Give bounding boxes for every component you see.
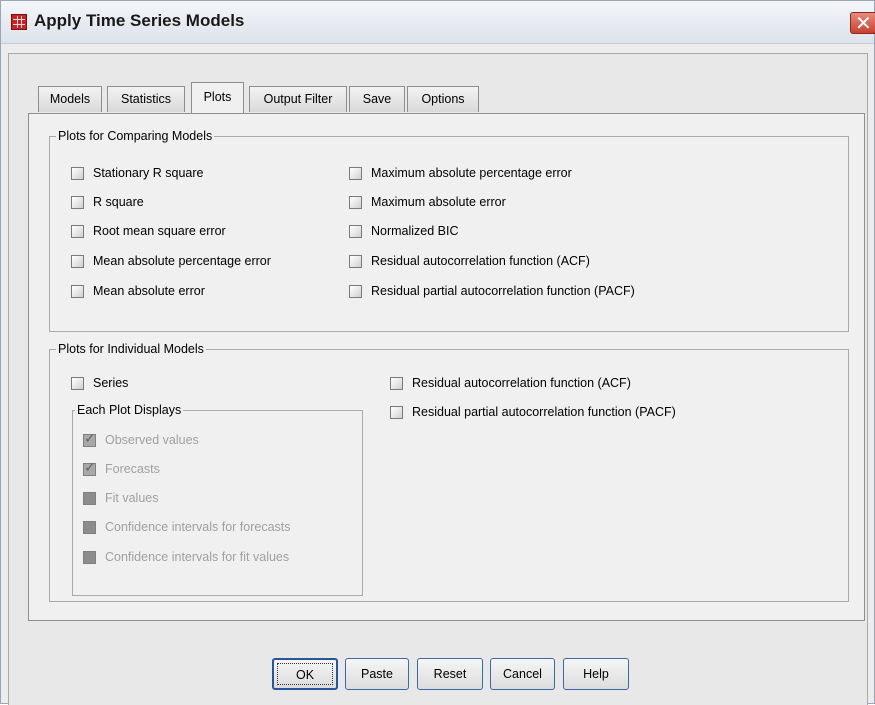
paste-button[interactable]: Paste [345,658,409,690]
checkbox-label: Residual autocorrelation function (ACF) [412,376,631,390]
each-plot-displays-group: Each Plot Displays ✓ Observed values ✓ F… [72,402,363,596]
checkbox-box[interactable]: ✓ [83,430,96,447]
normalized-bic-checkbox[interactable]: Normalized BIC [349,221,459,241]
checkbox-box[interactable] [390,376,403,390]
r-square-checkbox[interactable]: R square [71,192,144,212]
checkbox-label: R square [93,195,144,209]
individual-residual-pacf-checkbox[interactable]: Residual partial autocorrelation functio… [390,402,676,422]
checkbox-label: Series [93,376,129,390]
checkbox-label: Confidence intervals for forecasts [105,520,291,534]
checkbox-label: Forecasts [105,462,160,476]
help-button[interactable]: Help [563,658,629,690]
checkbox-box[interactable] [349,284,362,298]
observed-values-checkbox[interactable]: ✓ Observed values [83,430,199,450]
individual-residual-acf-checkbox[interactable]: Residual autocorrelation function (ACF) [390,373,631,393]
checkbox-label: Observed values [105,433,199,447]
window-title: Apply Time Series Models [34,11,245,30]
checkmark-icon: ✓ [84,459,96,476]
comparing-models-title: Plots for Comparing Models [56,128,215,144]
checkbox-label: Maximum absolute error [371,195,506,209]
checkbox-box[interactable] [71,376,84,390]
ok-button-label: OK [277,663,333,685]
checkbox-box[interactable] [71,224,84,238]
checkbox-box[interactable] [83,550,96,564]
plots-panel: Plots for Comparing Models Stationary R … [28,113,865,621]
dialog-button-row: OK Paste Reset Cancel Help [1,658,875,690]
app-table-icon [11,14,27,30]
checkbox-box[interactable] [390,405,403,419]
rmse-checkbox[interactable]: Root mean square error [71,221,226,241]
checkbox-label: Residual partial autocorrelation functio… [371,284,635,298]
checkbox-label: Residual partial autocorrelation functio… [412,405,676,419]
checkbox-label: Stationary R square [93,166,204,180]
checkmark-icon: ✓ [84,430,96,447]
stationary-r-square-checkbox[interactable]: Stationary R square [71,163,203,183]
mape-checkbox[interactable]: Mean absolute percentage error [71,251,271,271]
checkbox-box[interactable] [349,195,362,209]
mae-checkbox[interactable]: Mean absolute error [71,281,205,301]
dialog-window: Apply Time Series Models ✕ Models Statis… [0,0,875,705]
checkbox-box[interactable] [349,166,362,180]
checkbox-label: Fit values [105,491,159,505]
checkbox-label: Mean absolute error [93,284,205,298]
comparing-models-group: Plots for Comparing Models Stationary R … [49,128,849,332]
tab-models[interactable]: Models [38,86,102,112]
residual-acf-checkbox[interactable]: Residual autocorrelation function (ACF) [349,251,590,271]
residual-pacf-checkbox[interactable]: Residual partial autocorrelation functio… [349,281,635,301]
checkbox-label: Residual autocorrelation function (ACF) [371,254,590,268]
ci-forecasts-checkbox[interactable]: Confidence intervals for forecasts [83,517,291,537]
series-checkbox[interactable]: Series [71,373,128,393]
cancel-button[interactable]: Cancel [490,658,555,690]
tab-options[interactable]: Options [407,86,479,112]
individual-models-title: Plots for Individual Models [56,341,206,357]
close-button[interactable]: ✕ [850,11,875,35]
checkbox-box[interactable]: ✓ [83,459,96,476]
checkbox-box[interactable] [71,284,84,298]
checkbox-box[interactable] [71,166,84,180]
individual-models-group: Plots for Individual Models Series Resid… [49,341,849,602]
tab-output-filter[interactable]: Output Filter [249,86,347,112]
checkbox-label: Mean absolute percentage error [93,254,271,268]
title-bar[interactable]: Apply Time Series Models ✕ [1,1,875,44]
checkbox-box[interactable] [349,254,362,268]
checkbox-label: Confidence intervals for fit values [105,550,290,564]
each-plot-displays-title: Each Plot Displays [75,402,184,418]
reset-button[interactable]: Reset [417,658,483,690]
tab-plots[interactable]: Plots [191,82,244,113]
checkbox-label: Maximum absolute percentage error [371,166,572,180]
checkbox-box[interactable] [349,224,362,238]
ok-button[interactable]: OK [272,658,338,690]
ci-fit-values-checkbox[interactable]: Confidence intervals for fit values [83,547,289,567]
close-icon: ✕ [855,11,872,35]
fit-values-checkbox[interactable]: Fit values [83,488,159,508]
max-ae-checkbox[interactable]: Maximum absolute error [349,192,506,212]
forecasts-checkbox[interactable]: ✓ Forecasts [83,459,160,479]
checkbox-box[interactable] [71,254,84,268]
tab-statistics[interactable]: Statistics [107,86,185,112]
max-ape-checkbox[interactable]: Maximum absolute percentage error [349,163,572,183]
checkbox-box[interactable] [83,520,96,534]
checkbox-label: Normalized BIC [371,224,459,238]
checkbox-box[interactable] [83,491,96,505]
checkbox-box[interactable] [71,195,84,209]
checkbox-label: Root mean square error [93,224,226,238]
tab-save[interactable]: Save [349,86,405,112]
